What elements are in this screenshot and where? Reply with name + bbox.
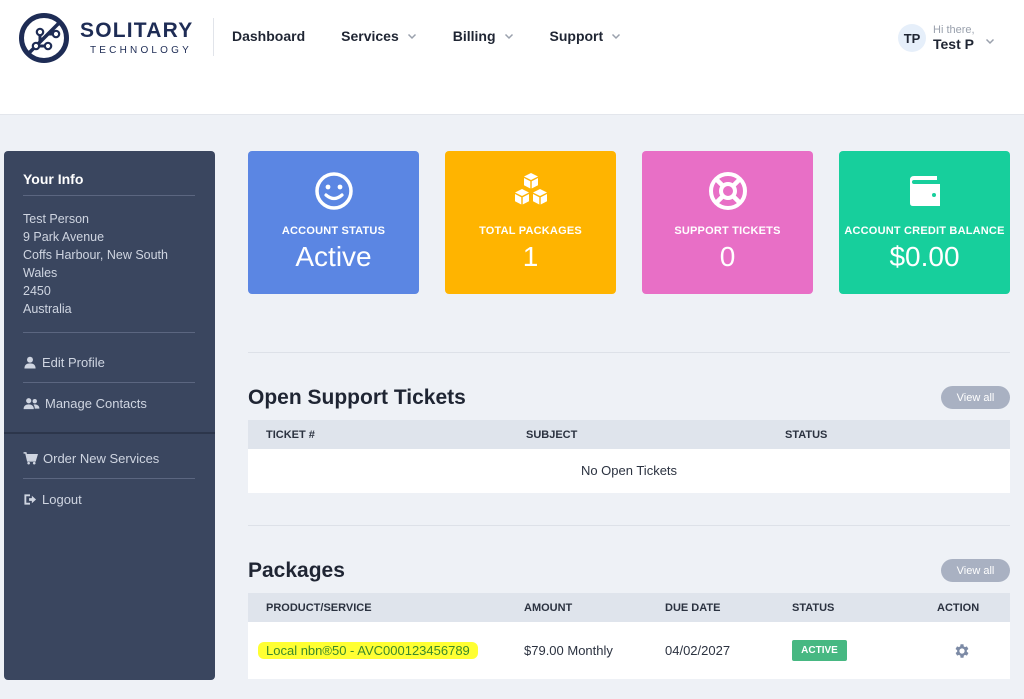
no-tickets-message: No Open Tickets — [580, 463, 678, 478]
edit-profile-link[interactable]: Edit Profile — [23, 355, 105, 370]
credit-balance-label: ACCOUNT CREDIT BALANCE — [844, 225, 1005, 237]
support-tickets-value: 0 — [719, 241, 736, 272]
avatar: TP — [898, 24, 926, 52]
logout-icon — [24, 494, 37, 505]
nav-support[interactable]: Support — [550, 28, 622, 44]
sidebar-divider — [23, 332, 195, 333]
col-due-date[interactable]: DUE DATE — [665, 602, 720, 614]
table-row: Local nbn®50 - AVC000123456789 $79.00 Mo… — [248, 622, 1010, 679]
packages-view-all-button[interactable]: View all — [941, 559, 1010, 582]
boxes-icon — [514, 173, 547, 205]
logout-label: Logout — [42, 492, 82, 507]
tickets-section-title: Open Support Tickets — [248, 386, 466, 409]
order-new-services-link[interactable]: Order New Services — [23, 451, 159, 466]
account-status-value: Active — [295, 241, 372, 272]
total-packages-label: TOTAL PACKAGES — [479, 225, 582, 237]
nav-billing-label: Billing — [452, 28, 496, 44]
sidebar-divider — [23, 382, 195, 383]
col-ticket-number[interactable]: TICKET # — [266, 429, 315, 441]
col-status[interactable]: STATUS — [785, 429, 827, 441]
package-due-date: 04/02/2027 — [665, 643, 731, 658]
manage-contacts-label: Manage Contacts — [45, 396, 147, 411]
edit-profile-label: Edit Profile — [42, 355, 105, 370]
nav-support-label: Support — [549, 28, 604, 44]
header-divider — [213, 18, 214, 56]
col-product-service[interactable]: PRODUCT/SERVICE — [266, 602, 372, 614]
col-action: ACTION — [937, 602, 980, 614]
sidebar-section-divider — [4, 432, 215, 434]
user-menu[interactable]: TP Hi there, Test P — [898, 24, 995, 52]
account-status-card[interactable]: ACCOUNT STATUS Active — [248, 151, 419, 294]
wallet-icon — [909, 176, 940, 206]
nav-dashboard-label: Dashboard — [232, 28, 306, 44]
tickets-table-body: No Open Tickets — [248, 449, 1010, 493]
user-icon — [24, 356, 36, 369]
manage-contacts-link[interactable]: Manage Contacts — [23, 396, 147, 411]
address-block: Test Person 9 Park Avenue Coffs Harbour,… — [23, 210, 203, 318]
sidebar-title: Your Info — [23, 171, 84, 187]
main-nav: Dashboard Services Billing Support — [232, 28, 657, 44]
account-status-label: ACCOUNT STATUS — [281, 225, 386, 237]
sidebar-divider — [23, 478, 195, 479]
chevron-down-icon — [612, 33, 621, 40]
total-packages-value: 1 — [522, 241, 539, 272]
chevron-down-icon — [407, 33, 416, 40]
nav-services[interactable]: Services — [341, 28, 417, 44]
col-subject[interactable]: SUBJECT — [526, 429, 577, 441]
gear-icon[interactable] — [953, 642, 971, 660]
packages-table-header: PRODUCT/SERVICE AMOUNT DUE DATE STATUS A… — [248, 593, 1010, 622]
credit-balance-value: $0.00 — [889, 241, 960, 272]
logout-link[interactable]: Logout — [23, 492, 82, 507]
top-header: SOLITARY TECHNOLOGY Dashboard Services B… — [0, 0, 1024, 115]
col-amount[interactable]: AMOUNT — [524, 602, 572, 614]
chevron-down-icon — [504, 33, 513, 40]
brand-name: SOLITARY — [80, 19, 194, 42]
nav-dashboard[interactable]: Dashboard — [232, 28, 305, 44]
support-tickets-card[interactable]: SUPPORT TICKETS 0 — [642, 151, 813, 294]
address-country: Australia — [23, 302, 72, 316]
address-postcode: 2450 — [23, 284, 51, 298]
user-greeting: Hi there, — [933, 24, 975, 36]
section-divider — [248, 352, 1010, 353]
order-new-services-label: Order New Services — [43, 451, 160, 466]
packages-section-title: Packages — [248, 559, 345, 582]
sidebar: Your Info Test Person 9 Park Avenue Coff… — [4, 151, 215, 680]
credit-balance-card[interactable]: ACCOUNT CREDIT BALANCE $0.00 — [839, 151, 1010, 294]
chevron-down-icon — [985, 38, 994, 45]
address-street: 9 Park Avenue — [23, 230, 105, 244]
nav-services-label: Services — [341, 28, 399, 44]
user-name: Test P — [933, 36, 974, 52]
col-status[interactable]: STATUS — [792, 602, 834, 614]
brand-logo[interactable]: SOLITARY TECHNOLOGY — [18, 12, 208, 64]
tickets-table-header: TICKET # SUBJECT STATUS — [248, 420, 1010, 449]
total-packages-card[interactable]: TOTAL PACKAGES 1 — [445, 151, 616, 294]
brand-subtitle: TECHNOLOGY — [90, 45, 193, 56]
package-product-link[interactable]: Local nbn®50 - AVC000123456789 — [258, 642, 478, 659]
logo-mark-icon — [19, 13, 69, 63]
package-amount: $79.00 Monthly — [524, 643, 613, 658]
tickets-view-all-button[interactable]: View all — [941, 386, 1010, 409]
support-tickets-label: SUPPORT TICKETS — [674, 225, 781, 237]
cart-icon — [23, 452, 38, 465]
sidebar-divider — [23, 195, 195, 196]
address-name: Test Person — [23, 212, 90, 226]
section-divider — [248, 525, 1010, 526]
nav-billing[interactable]: Billing — [453, 28, 514, 44]
lifebuoy-icon — [708, 172, 747, 210]
users-icon — [23, 398, 40, 410]
address-city: Coffs Harbour, New South Wales — [23, 248, 168, 280]
smile-icon — [314, 172, 353, 210]
status-badge: ACTIVE — [792, 640, 847, 661]
